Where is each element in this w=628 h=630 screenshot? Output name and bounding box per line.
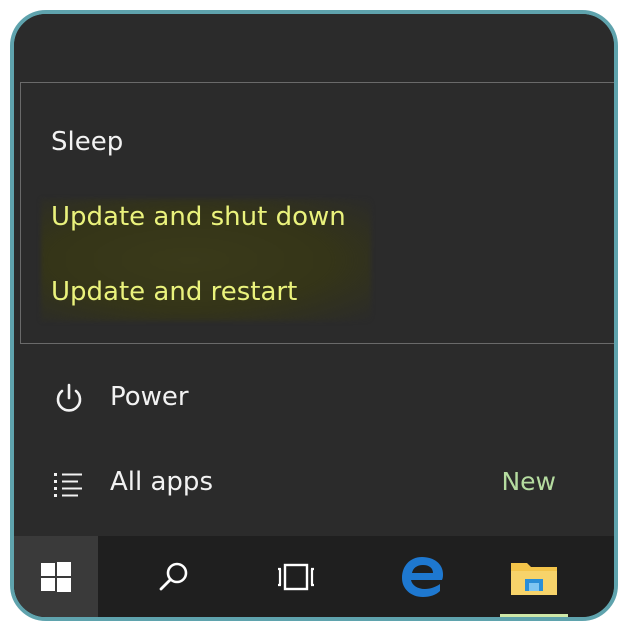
power-icon [52, 382, 86, 416]
taskbar [14, 536, 614, 617]
power-button[interactable]: Power [14, 370, 614, 430]
active-app-indicator [500, 614, 568, 617]
update-and-shut-down-option[interactable]: Update and shut down [51, 202, 346, 232]
new-badge: New [501, 467, 556, 496]
start-menu: Sleep Update and shut down Update and re… [14, 14, 614, 536]
task-view-button[interactable] [254, 536, 338, 617]
power-options-popup: Sleep Update and shut down Update and re… [20, 82, 614, 344]
start-button[interactable] [14, 536, 98, 617]
file-explorer-button[interactable] [492, 536, 576, 617]
list-icon [52, 467, 86, 501]
sleep-option[interactable]: Sleep [51, 127, 123, 157]
all-apps-label: All apps [110, 467, 213, 497]
screenshot-frame: Sleep Update and shut down Update and re… [10, 10, 618, 621]
all-apps-button[interactable]: All apps New [14, 455, 614, 515]
edge-browser-button[interactable] [380, 536, 464, 617]
update-and-restart-option[interactable]: Update and restart [51, 277, 297, 307]
search-button[interactable] [132, 536, 216, 617]
power-label: Power [110, 382, 189, 412]
